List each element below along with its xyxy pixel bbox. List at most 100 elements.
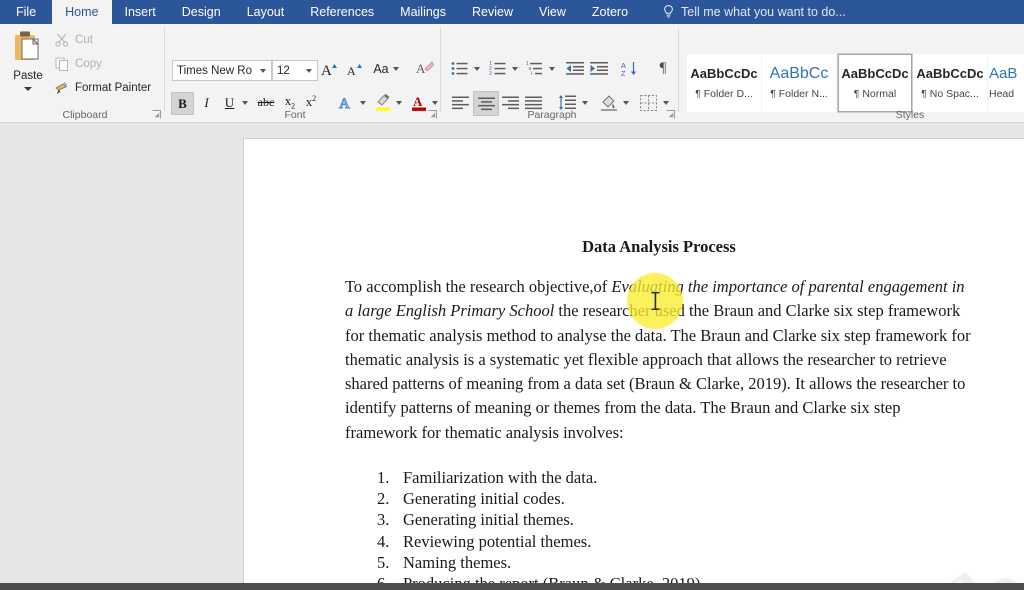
tab-layout[interactable]: Layout [234,0,298,24]
group-label-styles: Styles [895,109,925,121]
cut-label: Cut [75,33,93,46]
svg-text:i: i [531,71,532,76]
list-item: 5. Naming themes. [345,552,973,573]
chevron-down-icon [663,101,669,105]
list-item-text: Naming themes. [403,552,512,572]
svg-text:A: A [416,61,426,76]
list-item-text: Generating initial themes. [403,510,574,530]
chevron-down-icon [474,67,480,71]
list-item-text: Reviewing potential themes. [403,531,592,551]
document-workspace[interactable]: arch Data Analysis Process To accomplish… [0,123,1024,583]
list-item-text: Generating initial codes. [403,489,565,509]
style-card-no-spacing[interactable]: AaBbCcDc ¶ No Spac... [913,54,987,112]
decrease-indent-button[interactable] [563,58,586,79]
paragraph-dialog-launcher[interactable] [666,110,675,119]
align-left-button[interactable] [449,92,471,113]
text-effects-dropdown-caret[interactable] [358,98,368,108]
style-name: ¶ Folder N... [770,88,828,100]
document-numbered-list: 1. Familiarization with the data. 2. Gener… [345,467,973,583]
bold-button[interactable]: B [171,92,194,115]
list-item-text: Producing the report.(Braun & Clarke, 20… [403,573,705,583]
cut-button[interactable]: Cut [54,32,93,47]
style-name: ¶ No Spac... [921,88,979,100]
group-label-clipboard: Clipboard [62,109,108,121]
grow-font-button[interactable]: A [319,58,341,80]
list-item: 2. Generating initial codes. [345,488,973,509]
bold-label: B [178,95,187,111]
tab-home[interactable]: Home [52,0,112,24]
paste-dropdown-caret[interactable] [24,87,32,91]
style-card-normal[interactable]: AaBbCcDc ¶ Normal [837,53,913,113]
list-item: 3. Generating initial themes. [345,509,973,530]
font-dialog-launcher[interactable] [428,110,437,119]
clear-formatting-button[interactable]: A [414,58,436,80]
sort-az-button[interactable]: A Z [619,58,641,79]
chevron-down-icon [512,67,518,71]
increase-indent-button[interactable] [587,58,610,79]
chevron-down-icon [432,101,438,105]
document-page[interactable]: arch Data Analysis Process To accomplish… [243,138,1024,583]
list-item-number: 5. [377,552,390,572]
tab-view[interactable]: View [526,0,579,24]
font-name-combo[interactable]: Times New Ro [172,60,272,81]
font-size-value: 12 [277,64,290,77]
line-spacing-dropdown-caret[interactable] [580,98,590,108]
list-item: 1. Familiarization with the data. [345,467,973,488]
paste-label: Paste [13,70,43,82]
style-card-folder-d[interactable]: AaBbCcDc ¶ Folder D... [687,54,761,112]
underline-dropdown-caret[interactable] [240,98,250,108]
group-label-paragraph: Paragraph [527,109,577,121]
group-divider [164,28,165,112]
text-highlight-button[interactable] [372,92,393,113]
format-painter-button[interactable]: Format Painter [54,80,151,95]
bullet-list-dropdown-caret[interactable] [472,64,482,74]
svg-text:3: 3 [489,71,492,76]
svg-text:A: A [347,64,356,78]
svg-text:A: A [413,94,423,109]
tab-design[interactable]: Design [169,0,234,24]
italic-button[interactable]: I [196,92,217,113]
tab-zotero[interactable]: Zotero [579,0,641,24]
tab-insert[interactable]: Insert [112,0,169,24]
clipboard-icon [11,30,45,69]
font-size-combo[interactable]: 12 [272,60,318,81]
chevron-down-icon [260,68,266,73]
font-color-dropdown-caret[interactable] [430,98,440,108]
paragraph-run-plain: To accomplish the research objective,of [345,277,612,296]
chevron-down-icon [242,101,248,105]
group-divider [440,28,441,112]
bullet-list-button[interactable] [449,58,471,79]
numbered-list-dropdown-caret[interactable] [510,64,520,74]
text-highlight-dropdown-caret[interactable] [394,98,404,108]
tab-mailings[interactable]: Mailings [387,0,459,24]
tab-references[interactable]: References [297,0,387,24]
style-card-folder-n[interactable]: AaBbCc ¶ Folder N... [762,54,836,112]
style-sample: AaB [989,66,1018,82]
list-item-number: 1. [377,467,390,487]
multilevel-list-dropdown-caret[interactable] [547,64,557,74]
style-sample: AaBbCc [769,66,829,82]
shrink-font-button[interactable]: A [344,58,366,80]
borders-dropdown-caret[interactable] [661,98,671,108]
copy-icon [54,56,69,71]
clipboard-dialog-launcher[interactable] [152,110,161,119]
change-case-label: Aa [373,62,389,76]
change-case-button[interactable]: Aa [371,60,401,78]
italic-label: I [204,94,209,110]
font-color-button[interactable]: A [408,92,429,113]
numbered-list-button[interactable]: 1 2 3 [487,58,509,79]
svg-text:Z: Z [621,69,626,77]
list-item-text: Familiarization with the data. [403,467,598,487]
borders-button[interactable] [637,92,659,113]
multilevel-list-button[interactable]: 1 a i [524,58,546,79]
group-label-font: Font [284,109,306,121]
tab-review[interactable]: Review [459,0,526,24]
tab-file[interactable]: File [0,0,52,24]
pilcrow-button[interactable]: ¶ [652,58,674,79]
shading-dropdown-caret[interactable] [621,98,631,108]
copy-button[interactable]: Copy [54,56,102,71]
paste-button[interactable]: Paste [6,28,50,106]
style-card-heading[interactable]: AaB Head [988,54,1024,112]
document-body[interactable]: Data Analysis Process To accomplish the … [345,237,973,583]
tell-me-search[interactable]: Tell me what you want to do... [663,0,846,24]
